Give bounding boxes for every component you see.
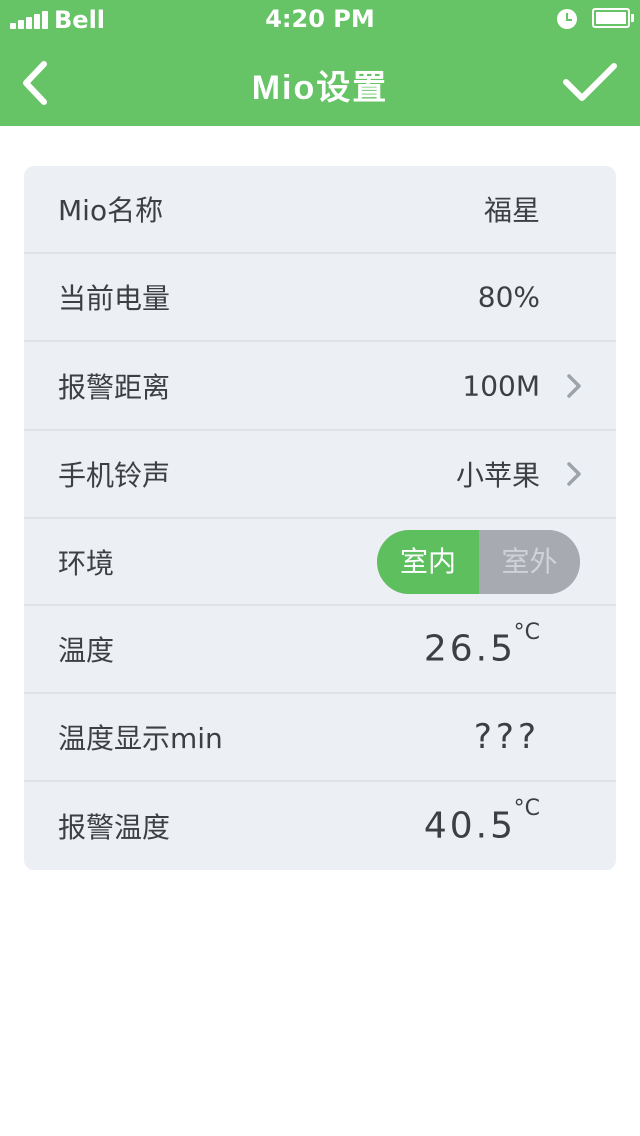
setting-row-environment: 环境 室内 室外	[24, 519, 616, 606]
setting-row-temperature: 温度 26.5 °C	[24, 606, 616, 694]
setting-label: 温度显示min	[58, 722, 223, 755]
setting-label: 手机铃声	[58, 459, 171, 492]
setting-label: 温度	[58, 634, 115, 667]
chevron-right-icon[interactable]	[566, 461, 582, 487]
setting-value: 80%	[477, 280, 540, 314]
alarm-temperature-value: 40.5	[423, 805, 516, 847]
setting-label: 当前电量	[58, 282, 171, 315]
temperature-unit: °C	[513, 620, 540, 645]
setting-row-temp-display-min: 温度显示min ???	[24, 694, 616, 782]
setting-label: 环境	[58, 546, 115, 580]
setting-row-ringtone[interactable]: 手机铃声 小苹果	[24, 431, 616, 519]
toggle-option-indoor[interactable]: 室内	[377, 530, 479, 594]
page-title: Mio设置	[251, 69, 389, 107]
setting-row-alarm-distance[interactable]: 报警距离 100M	[24, 342, 616, 431]
setting-value: 福星	[483, 194, 540, 227]
battery-icon	[592, 8, 634, 28]
status-time: 4:20 PM	[265, 5, 375, 33]
chevron-right-icon[interactable]	[566, 373, 582, 399]
setting-row-battery: 当前电量 80%	[24, 254, 616, 342]
status-bar: Bell 4:20 PM	[0, 0, 640, 40]
setting-value: 100M	[462, 369, 540, 402]
alarm-clock-icon	[557, 9, 577, 29]
setting-value: ???	[473, 717, 540, 757]
setting-row-alarm-temperature[interactable]: 报警温度 40.5 °C	[24, 782, 616, 870]
setting-value: 小苹果	[455, 459, 540, 492]
setting-row-name[interactable]: Mio名称 福星	[24, 166, 616, 254]
alarm-temperature-unit: °C	[513, 796, 540, 821]
setting-label: Mio名称	[58, 194, 164, 227]
setting-label: 报警距离	[58, 370, 171, 404]
environment-toggle[interactable]: 室内 室外	[377, 530, 580, 594]
app-header: Bell 4:20 PM Mio设置	[0, 0, 640, 126]
toggle-option-outdoor[interactable]: 室外	[479, 530, 580, 594]
settings-panel: Mio名称 福星 当前电量 80% 报警距离 100M 手机铃声 小苹果 环境 …	[24, 166, 616, 870]
setting-label: 报警温度	[58, 811, 171, 844]
checkmark-icon	[563, 63, 617, 101]
confirm-button[interactable]	[560, 58, 620, 106]
temperature-value: 26.5	[423, 628, 516, 670]
